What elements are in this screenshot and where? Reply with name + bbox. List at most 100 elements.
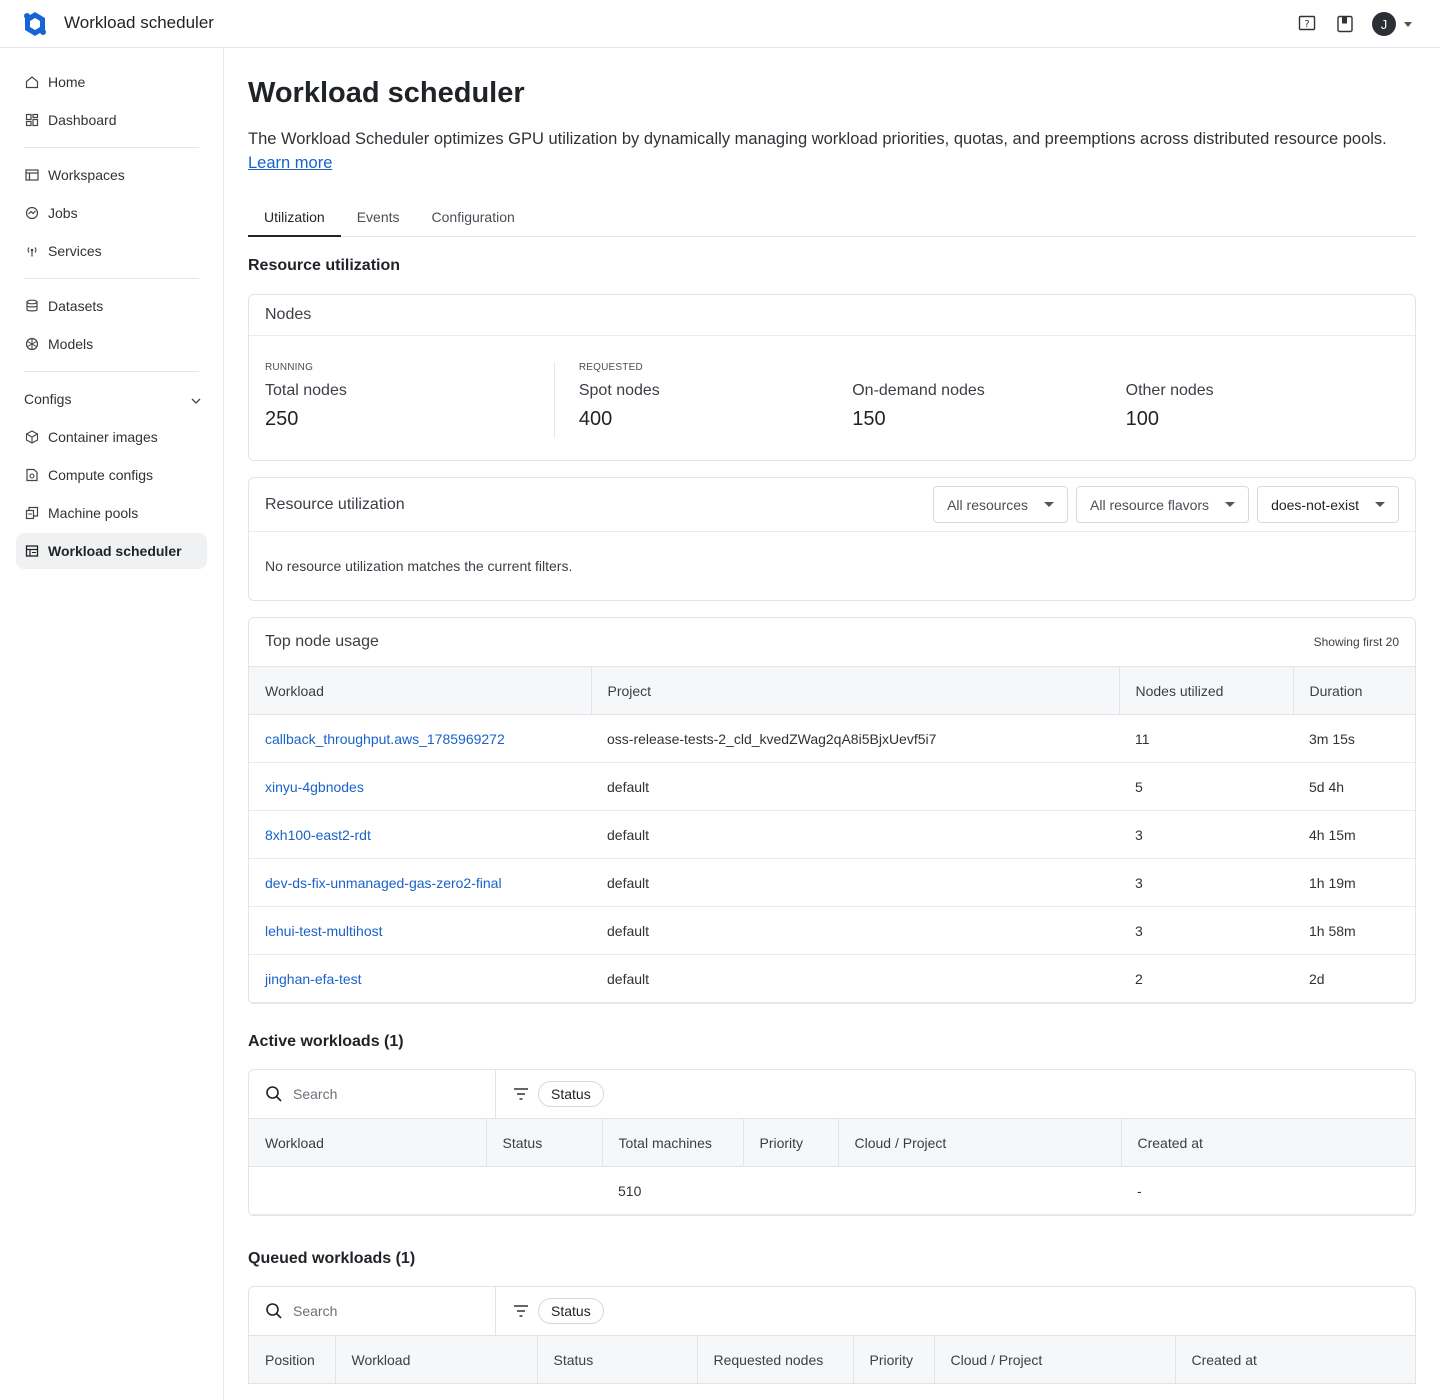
status-filter-chip[interactable]: Status <box>538 1298 604 1324</box>
table-cell: 1h 19m <box>1293 858 1415 907</box>
sidebar-item-jobs[interactable]: Jobs <box>16 195 207 231</box>
table-cell: 1h 58m <box>1293 906 1415 955</box>
table-cell: 3m 15s <box>1293 714 1415 763</box>
active-workloads-table: Workload Status Total machines Priority … <box>249 1118 1415 1215</box>
column-header[interactable]: Total machines <box>602 1118 744 1167</box>
workload-link[interactable]: lehui-test-multihost <box>265 923 383 939</box>
workload-link[interactable]: dev-ds-fix-unmanaged-gas-zero2-final <box>265 875 502 891</box>
workspaces-icon <box>24 167 40 183</box>
column-header[interactable]: Priority <box>743 1118 839 1167</box>
column-header[interactable]: Workload <box>335 1335 538 1384</box>
column-header[interactable]: Created at <box>1121 1118 1415 1167</box>
queued-workloads-table: Position Workload Status Requested nodes… <box>249 1335 1415 1384</box>
cluster-select[interactable]: does-not-exist <box>1257 486 1399 523</box>
sidebar-item-label: Datasets <box>48 298 104 314</box>
chevron-down-icon[interactable] <box>1404 21 1412 27</box>
workload-link[interactable]: 8xh100-east2-rdt <box>265 827 371 843</box>
column-header[interactable]: Priority <box>853 1335 935 1384</box>
table-cell: 3 <box>1119 810 1293 859</box>
sidebar-item-compute-configs[interactable]: Compute configs <box>16 457 207 493</box>
column-header[interactable]: Workload <box>249 1118 487 1167</box>
column-header[interactable]: Requested nodes <box>697 1335 854 1384</box>
sidebar-item-container-images[interactable]: Container images <box>16 419 207 455</box>
caret-down-icon <box>1375 502 1385 507</box>
tab-events[interactable]: Events <box>341 200 416 237</box>
search-icon <box>266 1303 282 1319</box>
description-text: The Workload Scheduler optimizes GPU uti… <box>248 130 1387 148</box>
column-header[interactable]: Position <box>249 1335 336 1384</box>
stat-label: On-demand nodes <box>852 382 985 399</box>
status-filter-chip[interactable]: Status <box>538 1081 604 1107</box>
column-header[interactable]: Created at <box>1175 1335 1415 1384</box>
help-icon[interactable]: ? <box>1296 13 1318 35</box>
sidebar-item-dashboard[interactable]: Dashboard <box>16 102 207 138</box>
table-cell: 5 <box>1119 762 1293 811</box>
search-placeholder: Search <box>293 1303 338 1319</box>
sidebar-item-label: Dashboard <box>48 112 117 128</box>
sidebar-item-label: Workspaces <box>48 167 125 183</box>
table-cell: default <box>591 954 1119 1003</box>
jobs-icon <box>24 205 40 221</box>
column-header[interactable]: Duration <box>1293 666 1415 715</box>
table-cell: 3 <box>1119 858 1293 907</box>
queued-workloads-card: Search Status Position Workload Status R… <box>248 1286 1416 1384</box>
sidebar-item-label: Home <box>48 74 86 90</box>
select-value: All resources <box>947 496 1029 513</box>
sidebar-item-home[interactable]: Home <box>16 64 207 100</box>
dashboard-icon <box>24 112 40 128</box>
stat-value: 250 <box>265 408 299 430</box>
logo-icon[interactable] <box>22 11 48 37</box>
top-bar: Workload scheduler ? J <box>0 0 1440 48</box>
resource-select[interactable]: All resources <box>933 486 1069 523</box>
table-row[interactable]: 510 - <box>249 1166 1415 1215</box>
table-cell: 510 <box>602 1166 743 1215</box>
sidebar-item-datasets[interactable]: Datasets <box>16 288 207 324</box>
sidebar-item-services[interactable]: Services <box>16 233 207 269</box>
search-input[interactable]: Search <box>249 1287 496 1335</box>
learn-more-link[interactable]: Learn more <box>248 154 332 172</box>
stat-label: Total nodes <box>265 382 347 399</box>
avatar[interactable]: J <box>1372 12 1396 36</box>
book-icon[interactable] <box>1334 13 1356 35</box>
tabs: Utilization Events Configuration <box>248 200 1416 237</box>
table-cell <box>838 1166 1121 1215</box>
column-header[interactable]: Cloud / Project <box>934 1335 1176 1384</box>
sidebar-item-machine-pools[interactable]: Machine pools <box>16 495 207 531</box>
home-icon <box>24 74 40 90</box>
column-header[interactable]: Status <box>537 1335 698 1384</box>
caret-down-icon <box>1044 502 1055 507</box>
column-header[interactable]: Status <box>486 1118 603 1167</box>
sidebar-item-models[interactable]: Models <box>16 326 207 362</box>
sidebar-item-label: Models <box>48 336 94 352</box>
table-cell: default <box>591 858 1119 907</box>
tab-configuration[interactable]: Configuration <box>416 200 531 237</box>
column-header[interactable]: Workload <box>249 666 592 715</box>
table-row: jinghan-efa-test default 2 2d <box>249 954 1415 1003</box>
cube-icon <box>24 429 40 445</box>
caret-down-icon <box>1225 502 1236 507</box>
column-header[interactable]: Cloud / Project <box>838 1118 1122 1167</box>
column-header[interactable]: Nodes utilized <box>1119 666 1294 715</box>
tab-utilization[interactable]: Utilization <box>248 200 341 237</box>
workload-link[interactable]: jinghan-efa-test <box>265 971 362 987</box>
filter-icon[interactable] <box>512 1302 530 1320</box>
search-icon <box>266 1086 282 1102</box>
workload-link[interactable]: xinyu-4gbnodes <box>265 779 364 795</box>
workload-link[interactable]: callback_throughput.aws_1785969272 <box>265 731 505 747</box>
sidebar-section-configs[interactable]: Configs <box>16 381 207 417</box>
table-cell <box>486 1166 602 1215</box>
card-title: Resource utilization <box>265 495 405 513</box>
divider <box>24 147 199 148</box>
table-cell <box>743 1166 838 1215</box>
stat-label: Spot nodes <box>578 382 660 399</box>
column-header[interactable]: Project <box>591 666 1120 715</box>
search-input[interactable]: Search <box>249 1070 496 1118</box>
top-node-usage-card: Top node usage Showing first 20 Workload… <box>248 617 1416 1004</box>
table-row: xinyu-4gbnodes default 5 5d 4h <box>249 762 1415 811</box>
sidebar-item-workspaces[interactable]: Workspaces <box>16 157 207 193</box>
filter-icon[interactable] <box>512 1085 530 1103</box>
sidebar-item-workload-scheduler[interactable]: Workload scheduler <box>16 533 207 569</box>
table-cell: 4h 15m <box>1293 810 1415 859</box>
stat-caption: RUNNING <box>265 362 314 373</box>
resource-flavor-select[interactable]: All resource flavors <box>1076 486 1250 523</box>
